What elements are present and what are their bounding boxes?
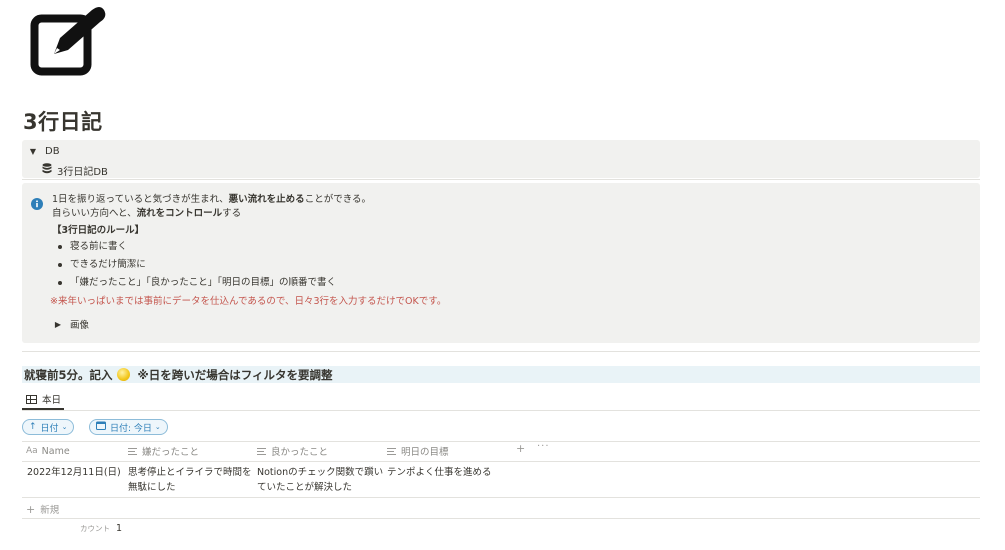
divider (22, 179, 980, 180)
calendar-icon (96, 421, 106, 433)
callout-line-1: 1日を振り返っていると気づきが生まれ、悪い流れを止めることができる。 (52, 193, 446, 207)
table-view-icon (26, 394, 37, 404)
toggle-triangle-right-icon[interactable]: ▶ (52, 320, 64, 329)
column-label: 良かったこと (271, 447, 329, 458)
column-label: 明日の目標 (401, 447, 449, 458)
rule-item: 「嫌だったこと」「良かったこと」「明日の目標」の順番で書く (52, 274, 446, 292)
arrow-up-icon: ↑ (29, 422, 37, 432)
rule-item: できるだけ簡潔に (52, 256, 446, 274)
text-span: ことができる。 (304, 194, 371, 205)
bold-span: 流れをコントロール (136, 208, 223, 219)
column-label: Name (41, 445, 70, 457)
toggle-triangle-down-icon[interactable]: ▼ (26, 147, 40, 156)
cell-line: ていたことが解決した (257, 482, 353, 493)
new-row-button[interactable]: + 新規 (26, 502, 60, 517)
rule-item: 寝る前に書く (52, 238, 446, 256)
column-header-good[interactable]: 良かったこと (257, 443, 328, 459)
edit-square-pen-icon[interactable] (30, 4, 108, 76)
toggle-block-db: ▼ DB 3行日記DB (22, 140, 980, 178)
more-options-icon[interactable]: ··· (537, 441, 550, 452)
text-property-icon: Aa (26, 446, 38, 456)
chevron-down-icon: ⌄ (154, 423, 161, 431)
bold-span: 悪い流れを止める (228, 194, 305, 205)
sort-pill[interactable]: ↑ 日付 ⌄ (22, 419, 75, 435)
callout-line-2: 自らいい方向へと、流れをコントロールする (52, 207, 446, 221)
column-label: 嫌だったこと (142, 447, 200, 458)
text-lines-icon (387, 447, 396, 455)
linked-database-link[interactable]: 3行日記DB (42, 162, 108, 178)
divider (22, 518, 980, 519)
plus-icon: + (26, 502, 36, 516)
text-span: する (222, 208, 242, 219)
cell-line: 無駄にした (128, 482, 176, 493)
divider (22, 461, 980, 462)
chevron-down-icon: ⌄ (61, 423, 68, 431)
divider (22, 497, 980, 498)
sort-label: 日付 (40, 423, 59, 434)
cell-bad[interactable]: 思考停止とイライラで時間を 無駄にした (128, 465, 252, 495)
callout-note: ※来年いっぱいまでは事前にデータを仕込んであるので、日々3行を入力するだけでOK… (50, 296, 447, 307)
heading-note: ※日を跨いだ場合はフィルタを要調整 (137, 367, 333, 382)
view-tab-today[interactable]: 本日 (22, 390, 65, 408)
database-heading: 就寝前5分。記入 ※日を跨いだ場合はフィルタを要調整 (22, 366, 980, 383)
sun-emoji-icon (116, 368, 130, 381)
text-span: 1日を振り返っていると気づきが生まれ、 (52, 194, 229, 205)
count-label: カウント (80, 524, 110, 533)
divider (22, 351, 980, 352)
text-lines-icon (257, 447, 266, 455)
toggle-label: DB (45, 145, 60, 157)
column-header-bad[interactable]: 嫌だったこと (128, 443, 199, 459)
column-header-name[interactable]: Aa Name (26, 443, 70, 459)
heading-text: 就寝前5分。記入 (24, 367, 113, 382)
cell-goal[interactable]: テンポよく仕事を進める (387, 465, 492, 480)
add-column-icon[interactable]: + (516, 442, 525, 455)
view-tab-label: 本日 (42, 395, 62, 406)
divider (22, 441, 980, 442)
rules-heading: 【3行日記のルール】 (52, 225, 145, 236)
info-icon (31, 195, 43, 210)
count-value: 1 (116, 523, 123, 534)
column-header-goal[interactable]: 明日の目標 (387, 443, 449, 459)
cell-good[interactable]: Notionのチェック関数で躓い ていたことが解決した (257, 465, 383, 495)
cell-line: 思考停止とイライラで時間を (128, 467, 252, 478)
callout-body: 1日を振り返っていると気づきが生まれ、悪い流れを止めることができる。 自らいい方… (50, 193, 447, 312)
toggle-header[interactable]: ▼ DB (26, 143, 60, 159)
cell-name[interactable]: 2022年12月11日(日) (27, 465, 121, 480)
text-lines-icon (128, 447, 137, 455)
image-toggle[interactable]: ▶ 画像 (52, 317, 90, 332)
filter-pill[interactable]: 日付: 今日 ⌄ (89, 419, 168, 435)
count-footer[interactable]: カウント 1 (80, 523, 122, 534)
database-icon (42, 163, 52, 177)
database-link-label: 3行日記DB (57, 166, 108, 178)
page-title: 3行日記 (23, 110, 103, 134)
text-span: 自らいい方向へと、 (52, 208, 137, 219)
cell-line: Notionのチェック関数で躓い (257, 467, 384, 478)
image-toggle-label: 画像 (70, 320, 90, 331)
new-row-label: 新規 (40, 505, 60, 516)
divider (22, 410, 980, 411)
filter-label: 日付: 今日 (110, 423, 152, 434)
callout-rules: 1日を振り返っていると気づきが生まれ、悪い流れを止めることができる。 自らいい方… (22, 183, 980, 343)
